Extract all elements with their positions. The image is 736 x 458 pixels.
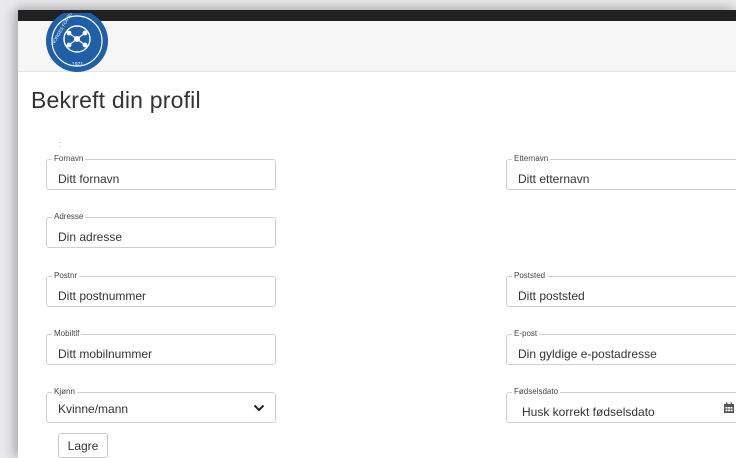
app-window: NORGES FORBUND 1971 Bekreft din profil :…: [18, 10, 736, 458]
first-name-input[interactable]: [47, 160, 275, 189]
address-input[interactable]: [47, 218, 275, 247]
federation-emblem-icon[interactable]: NORGES FORBUND 1971: [40, 13, 114, 75]
first-name-field: Fornavn: [46, 154, 276, 190]
address-field: Adresse: [46, 212, 276, 248]
page-title: Bekreft din profil: [31, 87, 201, 113]
email-input[interactable]: [507, 335, 736, 364]
postal-code-field: Postnr: [46, 271, 276, 307]
last-name-field: Etternavn: [506, 154, 736, 190]
calendar-icon[interactable]: [723, 402, 735, 414]
chevron-down-icon[interactable]: [253, 404, 265, 412]
stray-mark: :: [59, 139, 62, 149]
email-field: E-post: [506, 329, 736, 365]
last-name-input[interactable]: [507, 160, 736, 189]
gender-selected-value: Kvinne/mann: [58, 402, 129, 416]
site-header: NORGES FORBUND 1971: [18, 13, 736, 72]
postal-place-field: Poststed: [506, 271, 736, 307]
top-bar: [18, 10, 736, 21]
logo-year: 1971: [72, 62, 83, 68]
postal-place-input[interactable]: [507, 277, 736, 306]
gender-select[interactable]: Kjønn Kvinne/mann: [46, 387, 276, 423]
save-button[interactable]: Lagre: [58, 433, 108, 458]
birthdate-input[interactable]: [507, 393, 736, 422]
postal-code-input[interactable]: [47, 277, 275, 306]
mobile-field: Mobiltlf: [46, 329, 276, 365]
birthdate-field: Fødselsdato: [506, 387, 736, 423]
mobile-input[interactable]: [47, 335, 275, 364]
gender-label: Kjønn: [52, 387, 77, 397]
